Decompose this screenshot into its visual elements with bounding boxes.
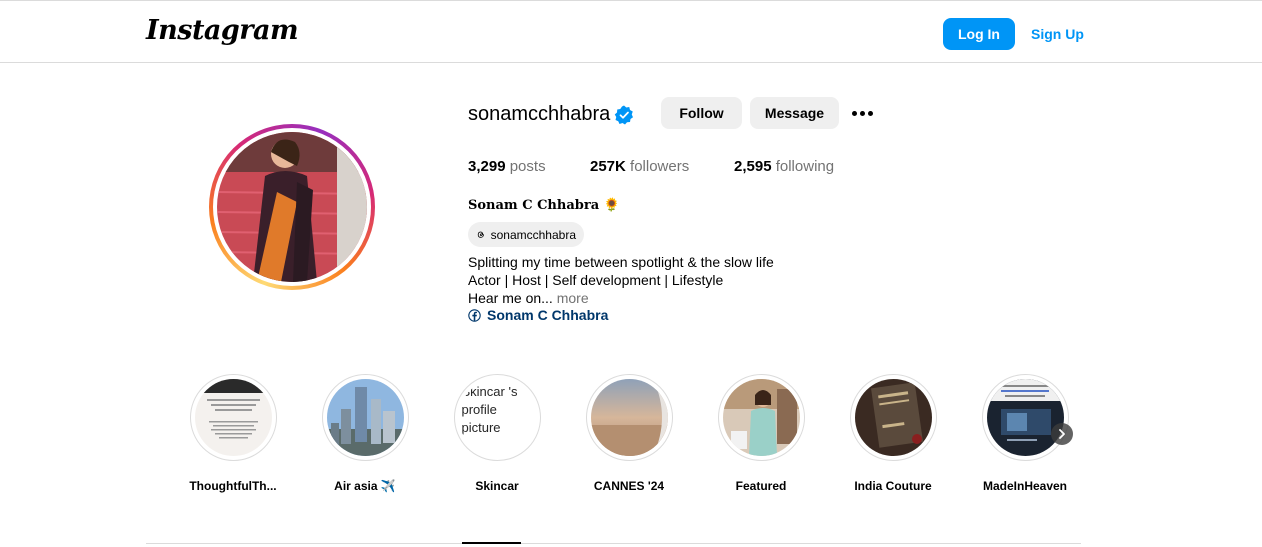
instagram-logo[interactable]: Instagram xyxy=(146,15,299,46)
highlight-thumbnail xyxy=(722,379,800,456)
highlight-item[interactable]: ThoughtfulTh... xyxy=(188,374,278,493)
highlight-cover[interactable] xyxy=(321,374,409,461)
highlight-label: India Couture xyxy=(854,479,932,493)
top-navbar: Instagram Log In Sign Up xyxy=(0,0,1262,63)
posts-stat: 3,299 posts xyxy=(468,158,546,175)
highlight-cover[interactable]: Skincar 's profile picture xyxy=(453,374,541,461)
bio-line: Actor | Host | Self development | Lifest… xyxy=(468,272,724,288)
profile-avatar-story-ring[interactable] xyxy=(209,124,375,290)
chevron-right-icon xyxy=(1059,429,1065,439)
dot xyxy=(859,110,865,116)
highlight-label: CANNES '24 xyxy=(593,479,665,493)
bio-line: Hear me on... more xyxy=(468,290,589,306)
message-button[interactable]: Message xyxy=(750,97,839,129)
highlight-item[interactable]: Air asia ✈️ xyxy=(320,374,410,493)
dot xyxy=(851,110,857,116)
active-tab-indicator xyxy=(462,542,521,544)
posts-label: posts xyxy=(509,158,546,175)
bio-truncated-text: Hear me on... xyxy=(468,290,553,306)
highlight-cover[interactable] xyxy=(849,374,937,461)
signup-link[interactable]: Sign Up xyxy=(1031,18,1084,50)
followers-stat[interactable]: 257K followers xyxy=(590,158,689,175)
follow-button[interactable]: Follow xyxy=(661,97,742,129)
following-label: following xyxy=(775,158,835,175)
highlight-label: ThoughtfulTh... xyxy=(189,479,277,493)
following-stat[interactable]: 2,595 following xyxy=(734,158,834,175)
highlight-cover[interactable] xyxy=(981,374,1069,461)
profile-avatar[interactable] xyxy=(217,132,367,282)
bio-more-link[interactable]: more xyxy=(557,290,589,306)
highlight-label: Skincar xyxy=(475,479,519,493)
highlight-thumbnail-broken: Skincar 's profile picture xyxy=(459,379,536,456)
followers-label: followers xyxy=(630,158,690,175)
followers-count: 257K xyxy=(590,158,626,175)
profile-username: sonamcchhabra xyxy=(468,103,611,125)
tabs-divider xyxy=(146,543,1081,544)
bio-line: Splitting my time between spotlight & th… xyxy=(468,254,774,270)
posts-count: 3,299 xyxy=(468,158,506,175)
highlight-cover[interactable] xyxy=(585,374,673,461)
highlight-cover[interactable] xyxy=(189,374,277,461)
highlight-thumbnail xyxy=(986,379,1064,456)
highlight-item[interactable]: Skincar 's profile picture Skincar xyxy=(452,374,542,493)
highlight-thumbnail xyxy=(590,379,668,456)
facebook-link[interactable]: Sonam C Chhabra xyxy=(468,307,608,323)
highlight-item[interactable]: India Couture xyxy=(848,374,938,493)
more-options-icon[interactable] xyxy=(849,102,875,124)
facebook-icon xyxy=(468,308,481,322)
following-count: 2,595 xyxy=(734,158,772,175)
dot xyxy=(867,110,873,116)
highlight-label: Featured xyxy=(735,479,787,493)
avatar-image xyxy=(217,132,367,282)
highlight-cover[interactable] xyxy=(717,374,805,461)
facebook-link-label: Sonam C Chhabra xyxy=(487,307,609,323)
highlights-next-arrow[interactable] xyxy=(1051,423,1073,445)
login-button[interactable]: Log In xyxy=(943,18,1015,50)
highlight-label: Air asia ✈️ xyxy=(334,479,396,493)
highlight-thumbnail xyxy=(194,379,272,456)
threads-handle: sonamcchhabra xyxy=(490,227,576,242)
highlight-item[interactable]: Featured xyxy=(716,374,806,493)
highlight-thumbnail xyxy=(326,379,404,456)
profile-full-name: Sonam C Chhabra 🌻 xyxy=(468,198,620,213)
highlight-item[interactable]: CANNES '24 xyxy=(584,374,674,493)
broken-image-alt-text: Skincar 's profile picture xyxy=(461,384,518,435)
threads-icon xyxy=(477,231,484,238)
threads-badge[interactable]: sonamcchhabra xyxy=(468,222,584,247)
highlight-thumbnail xyxy=(854,379,932,456)
highlight-label: MadeInHeaven xyxy=(982,479,1068,493)
verified-badge-icon xyxy=(614,105,633,125)
